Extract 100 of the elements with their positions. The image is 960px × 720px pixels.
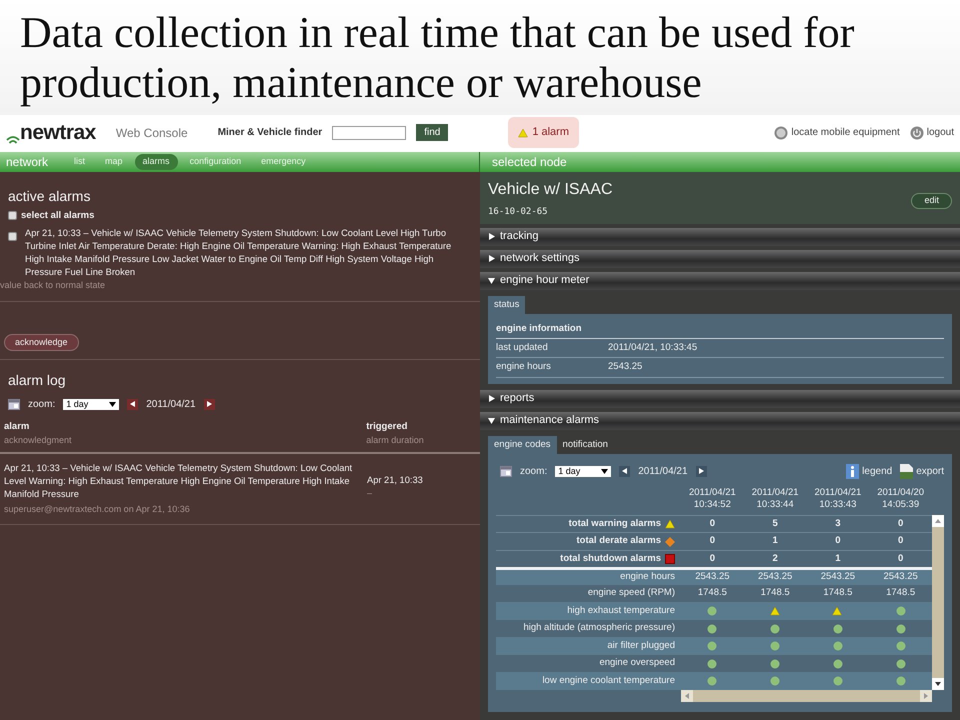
zoom-dropdown[interactable]: 1 day: [555, 466, 612, 477]
caret-icon: [698, 468, 704, 474]
section-title: active alarms: [8, 188, 92, 205]
tab[interactable]: engine codes: [488, 436, 557, 454]
row-label: high exhaust temperature: [567, 604, 675, 616]
table-cell: 5: [772, 518, 778, 529]
previous-button[interactable]: [619, 466, 630, 477]
table-cell: 2543.25: [758, 571, 792, 582]
row-label: air filter plugged: [607, 640, 675, 651]
search-field[interactable]: [332, 126, 406, 140]
find-button[interactable]: find: [416, 124, 448, 141]
table-heading: engine information: [496, 320, 944, 339]
table-cell: 0: [898, 535, 904, 546]
table-cell-text: 2011/04/21, 10:33:45: [608, 341, 698, 355]
scrollbar[interactable]: [681, 690, 932, 702]
nav-tab[interactable]: alarms: [134, 154, 178, 170]
checkbox[interactable]: [8, 232, 17, 242]
table-cell: 0: [898, 552, 904, 564]
calendar-icon: [8, 398, 20, 410]
node-id: 16-10-02-65: [488, 206, 549, 219]
column-header: alarm: [4, 420, 30, 434]
column-subheader: acknowledgment: [4, 434, 73, 448]
tab[interactable]: status: [488, 296, 526, 314]
checkbox-label: select all alarms: [21, 208, 94, 223]
section-header[interactable]: maintenance alarms: [480, 412, 960, 430]
field-label: Miner & Vehicle finder: [218, 126, 322, 140]
column-header: 2011/04/20 14:05:39: [876, 486, 926, 511]
date-label: 2011/04/21: [146, 398, 196, 412]
caret-icon: [488, 395, 495, 402]
header-link[interactable]: locate mobile equipment: [774, 125, 900, 140]
column-header: 2011/04/21 10:33:43: [813, 486, 862, 511]
file-icon: [900, 464, 914, 479]
acknowledge-button[interactable]: acknowledge: [4, 334, 79, 352]
row-label: low engine coolant temperature: [542, 674, 675, 686]
next-button[interactable]: [204, 398, 215, 410]
row-label: total warning alarms: [568, 516, 661, 531]
edit-button[interactable]: edit: [911, 193, 952, 208]
table-cell: 1748.5: [760, 587, 790, 598]
alarm-duration: –: [367, 486, 374, 500]
scrollbar[interactable]: [932, 514, 944, 690]
caret-icon: [488, 417, 495, 424]
table-cell: 1748.5: [698, 587, 727, 598]
row-label: engine speed (RPM): [588, 587, 675, 598]
table-cell-text: last updated: [496, 341, 549, 355]
calendar-icon: [500, 466, 512, 477]
table-cell: 0: [710, 535, 716, 546]
export-link[interactable]: export: [900, 464, 944, 479]
legend-link[interactable]: legend: [846, 464, 892, 479]
caret-icon: [920, 690, 932, 702]
table-cell: 2543.25: [608, 360, 642, 374]
table-cell: 1: [772, 535, 778, 546]
table-cell: 2543.25: [695, 571, 730, 582]
row-label: total shutdown alarms: [560, 552, 661, 566]
column-header: 2011/04/21 10:34:52: [688, 486, 737, 511]
caret-icon: [622, 468, 628, 474]
tab[interactable]: notification: [556, 436, 614, 454]
alarm-badge[interactable]: 1 alarm: [508, 117, 579, 148]
caret-icon: [681, 690, 693, 702]
column-subheader: alarm duration: [366, 434, 425, 448]
date-label: 2011/04/21: [638, 464, 688, 479]
table-cell: 0: [835, 535, 841, 546]
panel-title: selected node: [492, 154, 567, 171]
app-name: Web Console: [116, 124, 188, 142]
section-title: alarm log: [7, 372, 67, 389]
info-icon: [846, 464, 860, 479]
caret-icon: [932, 514, 944, 527]
nav-title: network: [6, 154, 48, 171]
table-cell: 1748.5: [823, 587, 852, 598]
section-header[interactable]: tracking: [480, 228, 960, 246]
zoom-dropdown[interactable]: 1 day: [63, 398, 120, 410]
table-cell: 1748.5: [886, 587, 916, 598]
checkbox[interactable]: [8, 210, 17, 220]
table-cell: 0: [710, 518, 716, 529]
caret-icon: [601, 468, 608, 474]
table-cell: 2: [772, 552, 778, 564]
acknowledgment-text: superuser@newtraxtech.com on Apr 21, 10:36: [4, 502, 191, 516]
zoom-label: zoom:: [520, 464, 548, 479]
caret-icon: [130, 401, 136, 408]
table-cell: 1: [835, 552, 841, 564]
alarm-text: Apr 21, 10:33 – Vehicle w/ ISAAC Vehicle Telemetry System Shutdown: Low Coolant Level High Turbo Turbine Inlet Air Temperature Derate: High Engine Oil Temperature Warning: High Exhaust Temperature High Intake Manifold Pressure Low Jacket Water to Engine Oil Temp Diff High System Voltage High Pressure Fuel Line Broken: [25, 227, 452, 280]
section-header[interactable]: engine hour meter: [480, 272, 960, 290]
next-button[interactable]: [696, 466, 707, 477]
table-cell: 2543.25: [820, 571, 856, 582]
table-cell: 0: [898, 518, 904, 529]
triggered-time: Apr 21, 10:33: [367, 474, 423, 487]
hint-text: value back to normal state: [0, 279, 106, 292]
column-header: 2011/04/21 10:33:44: [750, 486, 800, 511]
header-link[interactable]: logout: [910, 125, 954, 140]
row-label: engine overspeed: [599, 657, 675, 668]
previous-button[interactable]: [127, 398, 138, 410]
power-icon: [910, 126, 924, 140]
caret-icon: [488, 277, 495, 284]
row-label: total derate alarms: [576, 534, 661, 548]
logo: newtrax: [20, 120, 96, 146]
section-header[interactable]: reports: [480, 390, 960, 408]
warning-icon: [518, 128, 528, 138]
caret-icon: [109, 402, 116, 407]
caret-icon: [488, 233, 495, 240]
alarm-text: Apr 21, 10:33 – Vehicle w/ ISAAC Vehicle Telemetry System Shutdown: Low Coolant Level Warning: High Exhaust Temperature High Engine Oil Temperature High Intake Manifold Pressure: [4, 462, 354, 501]
section-header[interactable]: network settings: [480, 250, 960, 268]
